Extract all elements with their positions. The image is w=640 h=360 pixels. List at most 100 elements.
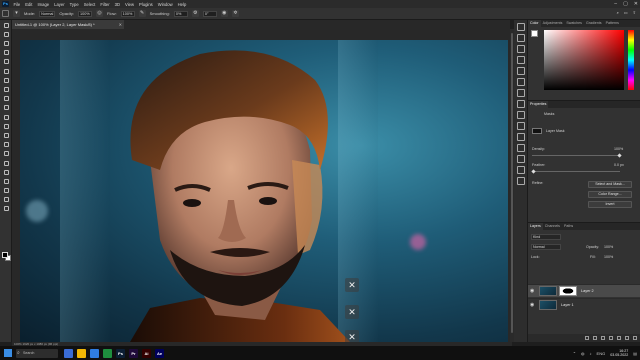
eyedropper-tool-icon[interactable] <box>2 76 10 84</box>
select-and-mask-button[interactable]: Select and Mask... <box>588 181 632 188</box>
task-view-icon[interactable] <box>64 348 73 358</box>
actions-panel-icon[interactable] <box>517 78 525 86</box>
styles-panel-icon[interactable] <box>517 122 525 130</box>
premiere-app-icon[interactable]: Pr <box>129 348 138 358</box>
workspace-icon[interactable]: ▭ <box>624 10 628 15</box>
eye-icon[interactable]: ◉ <box>530 302 536 308</box>
network-icon[interactable]: ◍ <box>581 351 585 356</box>
foreground-color-swatch[interactable] <box>2 252 8 258</box>
marquee-tool-icon[interactable] <box>2 30 10 38</box>
menu-3d[interactable]: 3D <box>112 2 122 7</box>
menu-image[interactable]: Image <box>35 2 52 7</box>
windows-start-icon[interactable] <box>4 349 12 357</box>
tab-channels[interactable]: Channels <box>543 223 562 230</box>
density-slider[interactable] <box>532 155 620 156</box>
photoshop-logo-icon[interactable]: Ps <box>2 1 9 7</box>
fill-value[interactable]: 100% <box>604 255 613 259</box>
add-mask-icon[interactable] <box>601 336 605 340</box>
photoshop-app-icon[interactable]: Ps <box>116 348 125 358</box>
adjustment-layer-icon[interactable] <box>609 336 613 340</box>
share-icon[interactable]: ⇪ <box>633 10 636 15</box>
history-brush-tool-icon[interactable] <box>2 113 10 121</box>
link-layers-icon[interactable] <box>585 336 589 340</box>
brush-tool-icon[interactable] <box>2 95 10 103</box>
glyphs-panel-icon[interactable] <box>517 67 525 75</box>
new-group-icon[interactable] <box>617 336 621 340</box>
layer-blend-mode-select[interactable]: Normal <box>531 244 561 250</box>
brush-settings-panel-icon[interactable] <box>517 34 525 42</box>
lasso-tool-icon[interactable] <box>2 40 10 48</box>
layer-mask-thumbnail[interactable] <box>532 128 542 134</box>
move-tool-icon[interactable] <box>2 21 10 29</box>
search-icon[interactable]: ⌕ <box>617 10 619 15</box>
tab-paths[interactable]: Paths <box>562 223 575 230</box>
navigator-panel-icon[interactable] <box>517 100 525 108</box>
new-layer-icon[interactable] <box>625 336 629 340</box>
feather-slider[interactable] <box>532 171 620 172</box>
maximize-icon[interactable]: ▢ <box>623 1 628 7</box>
density-slider-handle[interactable] <box>617 153 622 158</box>
canvas-area[interactable] <box>12 29 510 342</box>
layer-kind-filter[interactable]: Kind <box>531 234 561 240</box>
invert-button[interactable]: Invert <box>588 201 632 208</box>
brush-settings-icon[interactable]: ▾ <box>13 10 20 17</box>
tab-patterns[interactable]: Patterns <box>604 20 621 27</box>
volume-icon[interactable]: ♪ <box>590 351 592 356</box>
language-indicator[interactable]: ENG <box>597 351 606 356</box>
clone-source-panel-icon[interactable] <box>517 133 525 141</box>
notification-icon[interactable]: ▤ <box>633 351 637 356</box>
density-value[interactable]: 100% <box>614 147 623 151</box>
frame-tool-icon[interactable] <box>2 67 10 75</box>
tab-gradients[interactable]: Gradients <box>584 20 604 27</box>
quick-select-tool-icon[interactable] <box>2 49 10 57</box>
minimize-icon[interactable]: – <box>614 1 617 7</box>
pressure-opacity-icon[interactable]: ◎ <box>96 10 104 17</box>
layer-mask-thumbnail[interactable] <box>559 286 577 296</box>
tab-color[interactable]: Color <box>528 20 541 27</box>
symmetry-icon[interactable]: ✲ <box>231 10 239 17</box>
zoom-tool-icon[interactable] <box>2 205 10 213</box>
healing-brush-tool-icon[interactable] <box>2 86 10 94</box>
blur-tool-icon[interactable] <box>2 141 10 149</box>
path-selection-tool-icon[interactable] <box>2 177 10 185</box>
mode-select[interactable]: Normal <box>39 10 56 17</box>
libraries-panel-icon[interactable] <box>517 111 525 119</box>
type-tool-icon[interactable] <box>2 168 10 176</box>
color-picker-field[interactable] <box>544 30 624 90</box>
close-icon[interactable]: ✕ <box>119 20 122 29</box>
smoothing-field[interactable]: 0% <box>173 10 188 17</box>
layer-row-layer-1[interactable]: ◉ Layer 1 <box>528 298 640 311</box>
rectangle-tool-icon[interactable] <box>2 187 10 195</box>
pressure-size-icon[interactable]: ◉ <box>220 10 228 17</box>
illustrator-app-icon[interactable]: Ai <box>142 348 151 358</box>
menu-help[interactable]: Help <box>175 2 189 7</box>
trash-icon[interactable] <box>633 336 637 340</box>
file-explorer-icon[interactable] <box>77 348 86 358</box>
measurement-panel-icon[interactable] <box>517 177 525 185</box>
pen-tool-icon[interactable] <box>2 159 10 167</box>
document-canvas[interactable] <box>20 40 508 342</box>
layer-row-layer-2[interactable]: ◉ Layer 2 <box>528 284 640 297</box>
eye-icon[interactable]: ◉ <box>530 288 536 294</box>
gear-icon[interactable]: ⚙ <box>191 10 199 17</box>
tab-adjustments[interactable]: Adjustments <box>541 20 565 27</box>
chrome-browser-icon[interactable] <box>103 348 112 358</box>
menu-filter[interactable]: Filter <box>98 2 112 7</box>
tab-properties[interactable]: Properties <box>528 101 549 108</box>
flow-field[interactable]: 100% <box>120 10 135 17</box>
layer-opacity-value[interactable]: 100% <box>604 245 613 249</box>
dodge-tool-icon[interactable] <box>2 150 10 158</box>
3d-panel-icon[interactable] <box>517 166 525 174</box>
hue-slider[interactable] <box>628 30 634 90</box>
close-icon[interactable]: ✕ <box>345 305 359 319</box>
timeline-panel-icon[interactable] <box>517 144 525 152</box>
opacity-field[interactable]: 100% <box>78 10 93 17</box>
angle-field[interactable]: 0° <box>202 10 217 17</box>
gradient-tool-icon[interactable] <box>2 131 10 139</box>
tab-layers[interactable]: Layers <box>528 223 543 230</box>
menu-window[interactable]: Window <box>155 2 175 7</box>
chevron-up-icon[interactable]: ⌃ <box>573 351 576 356</box>
menu-type[interactable]: Type <box>67 2 81 7</box>
menu-edit[interactable]: Edit <box>23 2 35 7</box>
menu-plugins[interactable]: Plugins <box>137 2 156 7</box>
